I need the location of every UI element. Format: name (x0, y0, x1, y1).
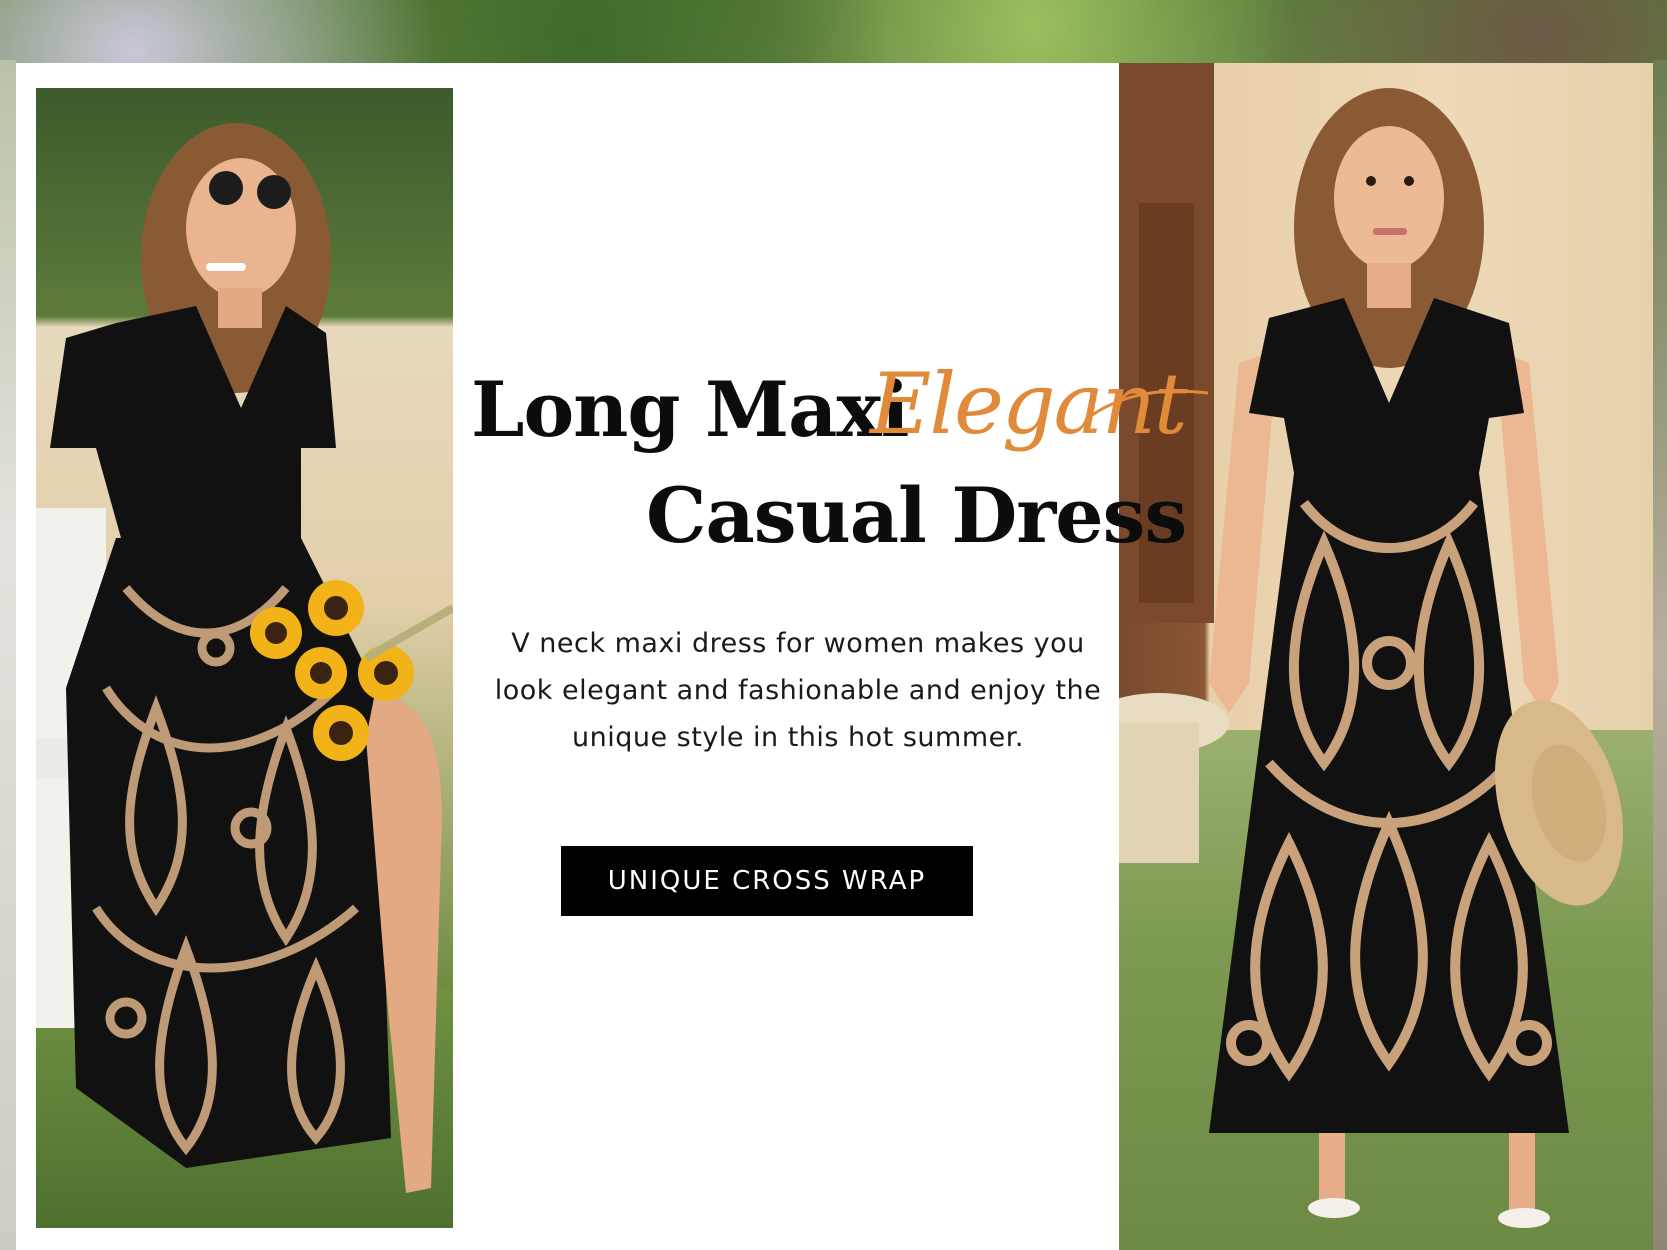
product-description: V neck maxi dress for women makes you lo… (494, 628, 1102, 753)
background-edge-right (1653, 60, 1667, 1250)
headline-line-2: Casual Dress (646, 471, 1187, 560)
model-photo-right (1119, 63, 1653, 1250)
headline-line-1: Long Maxi (471, 365, 910, 454)
background-edge-left (0, 60, 16, 1250)
model-seated-illustration (36, 123, 453, 1193)
model-standing-illustration (1119, 63, 1624, 1228)
unique-cross-wrap-button[interactable]: UNIQUE CROSS WRAP (561, 846, 973, 916)
model-photo-left (36, 88, 453, 1228)
script-swash-decoration (1091, 389, 1209, 417)
